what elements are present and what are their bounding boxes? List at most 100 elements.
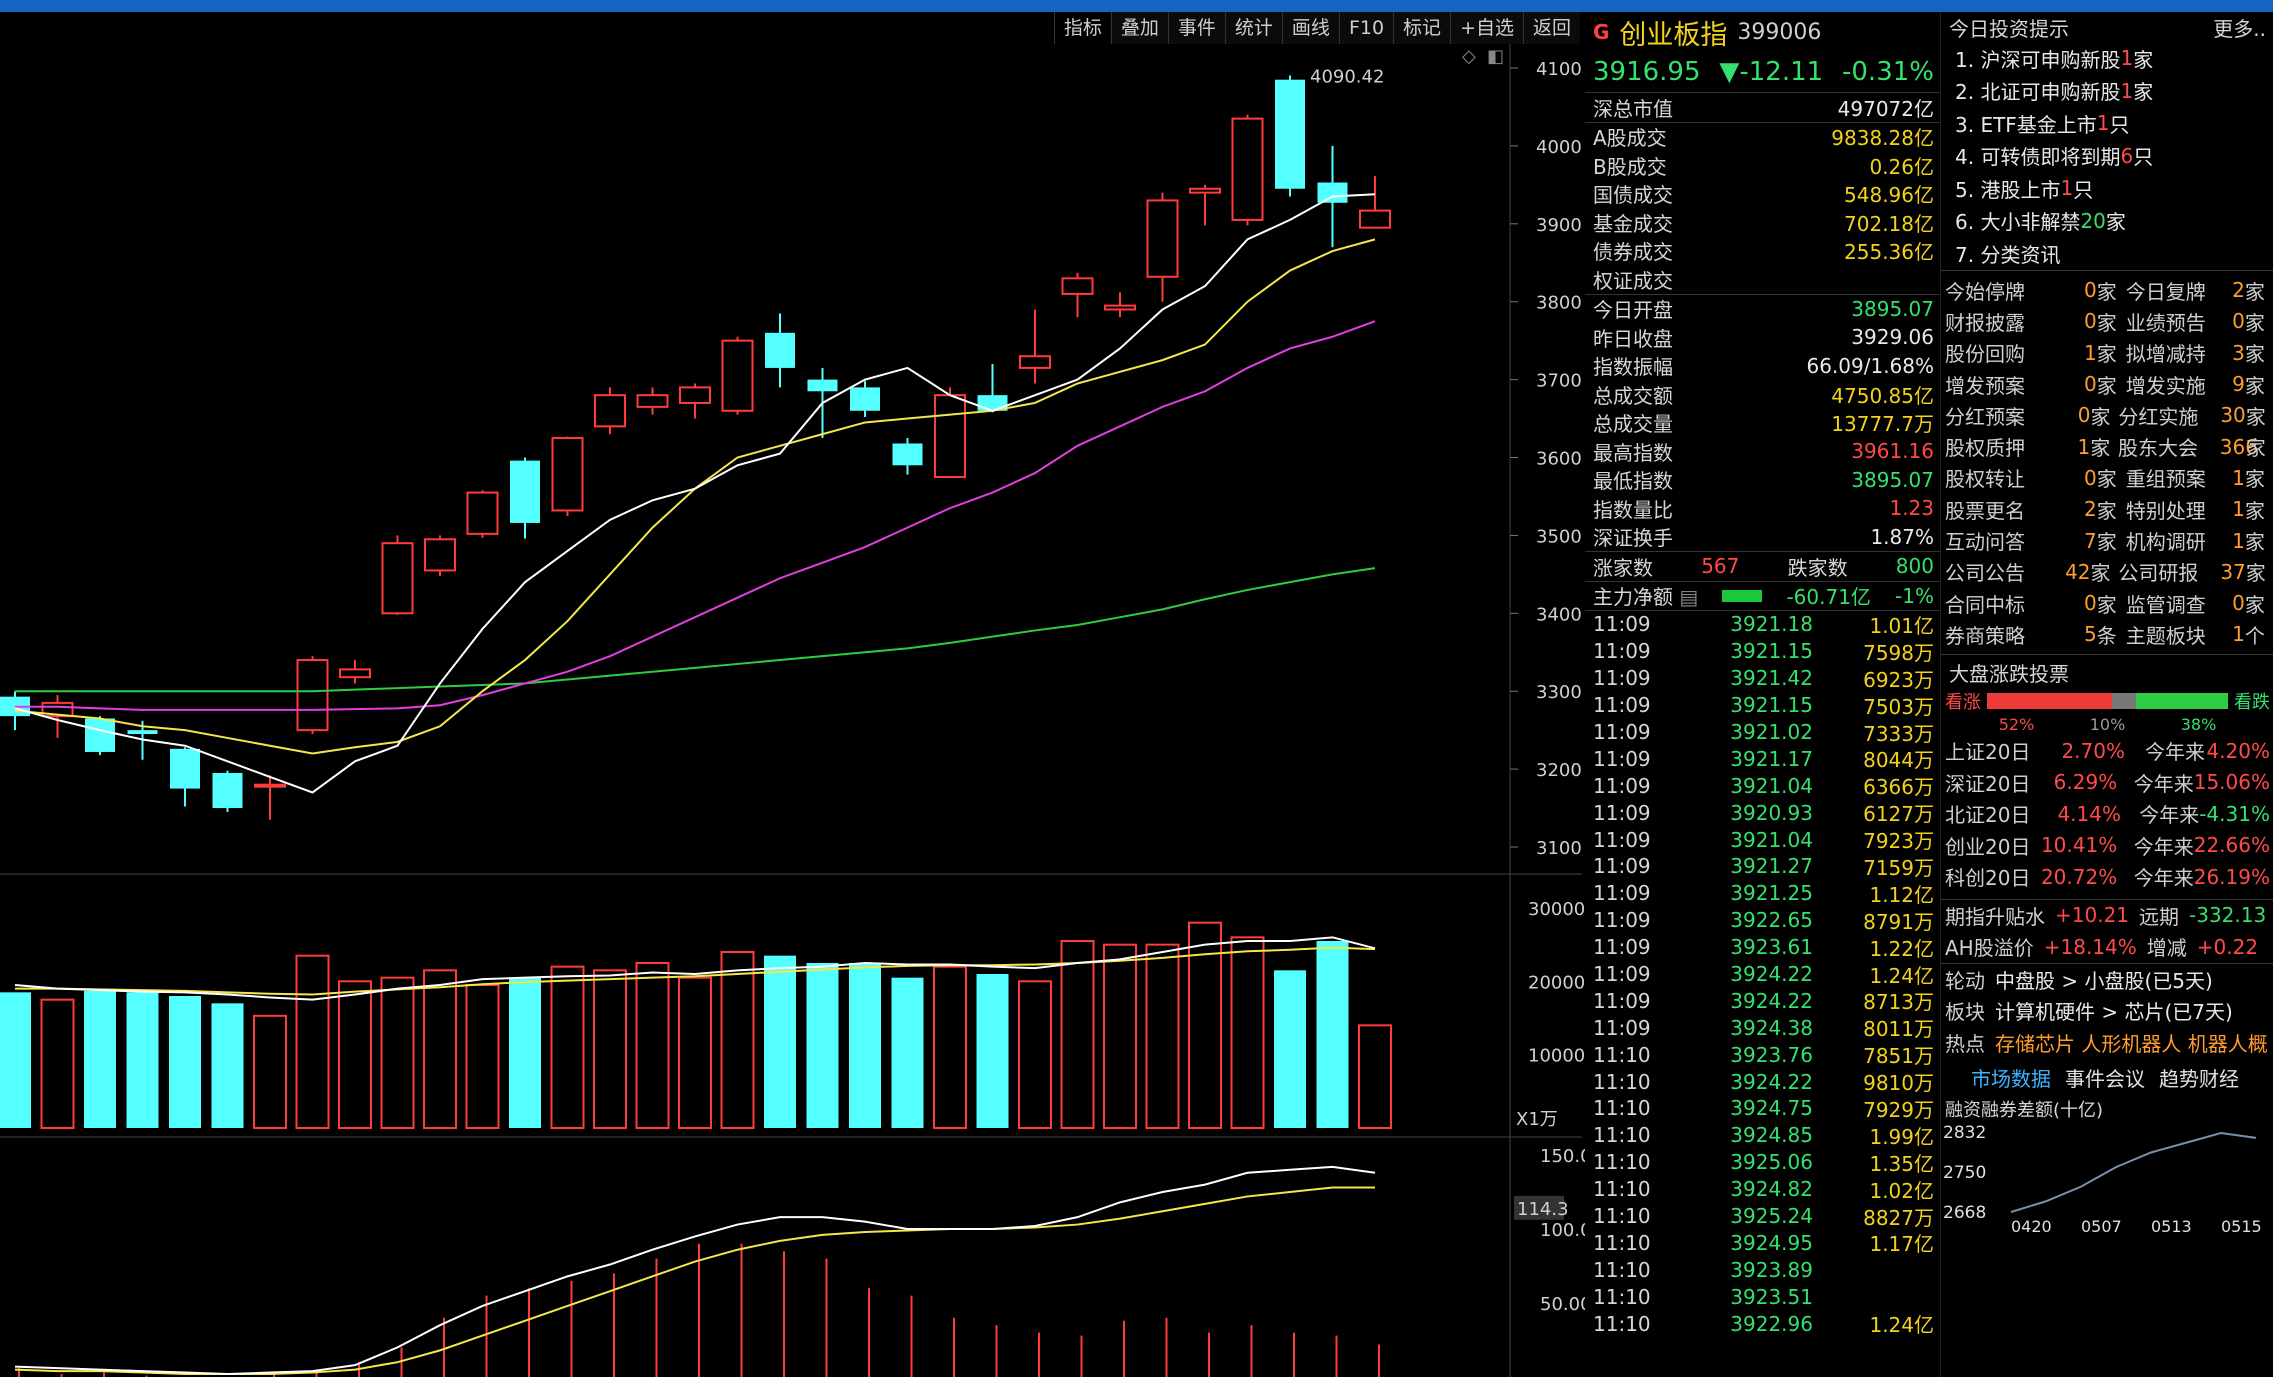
toolbar-add-watchlist-button[interactable]: +自选 — [1450, 12, 1523, 44]
volume-bar-down — [84, 990, 116, 1128]
index-stat-row: 深证换手 1.87% — [1585, 523, 1940, 552]
tab-trend-finance[interactable]: 趋势财经 — [2159, 1063, 2239, 1092]
kline-chart[interactable]: 4090.42 ◇ ◧ 4100 4000 3900 3800 3700 3600 3500 34… — [0, 44, 1585, 1377]
index-perf-row[interactable]: 北证20日 4.14% 今年来 -4.31% — [1941, 798, 2273, 830]
event-count-row[interactable]: 今始停牌 0 家 今日复牌 2 家 — [1941, 275, 2273, 306]
tip-item[interactable]: 2. 北证可申购新股 1 家 — [1941, 75, 2273, 108]
tick-time: 11:10 — [1593, 1284, 1651, 1309]
tick-row: 11:09 3921.18 1.01亿 — [1585, 611, 1940, 638]
candle-body-up — [636, 394, 669, 408]
event-count-row[interactable]: 股份回购 1 家 拟增减持 3 家 — [1941, 337, 2273, 368]
tick-row: 11:09 3922.65 8791万 — [1585, 907, 1940, 934]
event-label: 今始停牌 — [1945, 279, 2025, 304]
toolbar-draw-button[interactable]: 画线 — [1281, 12, 1339, 44]
tab-market-data[interactable]: 市场数据 — [1971, 1063, 2051, 1092]
vote-down-button[interactable]: 看跌 — [2234, 688, 2270, 714]
tick-row: 11:09 3921.04 6366万 — [1585, 772, 1940, 800]
toolbar-back-button[interactable]: 返回 — [1522, 12, 1580, 44]
tick-volume: 6366万 — [1863, 775, 1934, 800]
tips-title: 今日投资提示 — [1949, 16, 2069, 41]
tick-time: 11:09 — [1593, 693, 1651, 718]
event-unit: 家 — [2096, 279, 2117, 304]
event-unit: 家 — [2090, 436, 2111, 461]
tab-events[interactable]: 事件会议 — [2065, 1063, 2145, 1092]
vote-flat-pct: 10% — [2089, 714, 2126, 734]
tip-item[interactable]: 7. 分类资讯 — [1941, 237, 2273, 270]
index-perf-row[interactable]: 深证20日 6.29% 今年来 15.06% — [1941, 767, 2273, 799]
index-perf-label: 创业20日 — [1945, 834, 2031, 859]
list-icon[interactable]: ▤ — [1679, 585, 1698, 609]
hot-topics-row[interactable]: 热点 存储芯片 人形机器人 机器人概 — [1941, 1027, 2273, 1059]
vote-flat-fill — [2112, 693, 2137, 710]
diamond-icon: ◇ — [1462, 46, 1476, 67]
tip-count: 1 — [2120, 46, 2134, 71]
toolbar-f10-button[interactable]: F10 — [1338, 12, 1393, 44]
tick-price: 3920.93 — [1730, 800, 1813, 825]
index-stat-label: 指数振幅 — [1593, 355, 1673, 380]
toolbar-indicator-button[interactable]: 指标 — [1053, 12, 1111, 44]
vote-title: 大盘涨跌投票 — [1949, 661, 2069, 686]
index-stat-value: 3895.07 — [1851, 467, 1934, 492]
vote-down-pct: 38% — [2180, 714, 2217, 734]
event-count-row[interactable]: 财报披露 0 家 业绩预告 0 家 — [1941, 306, 2273, 337]
event-count-row[interactable]: 券商策略 5 条 主题板块 1 个 — [1941, 619, 2273, 650]
tick-list[interactable]: 11:09 3921.18 1.01亿 11:09 3921.15 7598万 … — [1585, 611, 1940, 1337]
candle-body-up — [1231, 117, 1264, 221]
price-axis-label: 3300 — [1536, 682, 1582, 703]
tick-time: 11:09 — [1593, 988, 1651, 1013]
volume-bar-down — [849, 963, 881, 1128]
volume-bar-down — [764, 955, 796, 1128]
tip-item[interactable]: 4. 可转债即将到期 6 只 — [1941, 140, 2273, 173]
margin-axis-label: 2668 — [1943, 1203, 1986, 1223]
event-count-row[interactable]: 增发预案 0 家 增发实施 9 家 — [1941, 368, 2273, 399]
index-stat-row: 今日开盘 3895.07 — [1585, 295, 1940, 324]
event-count-row[interactable]: 分红预案 0 家 分红实施 30 家 — [1941, 400, 2273, 431]
event-label: 重组预案 — [2125, 467, 2206, 492]
tip-item[interactable]: 6. 大小非解禁 20 家 — [1941, 205, 2273, 238]
event-count-row[interactable]: 股权转让 0 家 重组预案 1 家 — [1941, 462, 2273, 493]
rotation-row[interactable]: 轮动 中盘股 > 小盘股(已5天) — [1941, 962, 2273, 996]
net-flow-pct: -1% — [1895, 583, 1934, 608]
tip-item[interactable]: 3. ETF基金上市 1 只 — [1941, 107, 2273, 140]
sector-row[interactable]: 板块 计算机硬件 > 芯片(已7天) — [1941, 995, 2273, 1027]
turnover-row: 国债成交 548.96亿 — [1585, 180, 1940, 209]
toolbar-stats-button[interactable]: 统计 — [1224, 12, 1282, 44]
candle-body-down — [1317, 182, 1348, 203]
index-perf-row[interactable]: 上证20日 2.70% 今年来 4.20% — [1941, 735, 2273, 767]
net-flow-row: 主力净额 ▤ -60.71亿 -1% — [1585, 582, 1940, 611]
tick-volume: 7929万 — [1863, 1097, 1934, 1122]
event-count-row[interactable]: 互动问答 7 家 机构调研 1 家 — [1941, 525, 2273, 556]
tick-volume: 7333万 — [1863, 721, 1934, 746]
index-perf-row[interactable]: 科创20日 20.72% 今年来 26.19% — [1941, 861, 2273, 893]
futures-basis-value: +10.21 — [2055, 903, 2130, 928]
event-count-row[interactable]: 公司公告 42 家 公司研报 37 家 — [1941, 556, 2273, 587]
volume-bar-up — [720, 951, 755, 1129]
tick-row: 11:10 3923.51 — [1585, 1283, 1940, 1310]
toolbar-overlay-button[interactable]: 叠加 — [1110, 12, 1168, 44]
index-perf-row[interactable]: 创业20日 10.41% 今年来 22.66% — [1941, 830, 2273, 862]
index-perf-ytd: -4.31% — [2199, 801, 2270, 826]
tip-item[interactable]: 5. 港股上市 1 只 — [1941, 172, 2273, 205]
event-count-row[interactable]: 股票更名 2 家 特别处理 1 家 — [1941, 494, 2273, 525]
index-stat-value: 1.23 — [1889, 496, 1934, 521]
vote-up-button[interactable]: 看涨 — [1945, 688, 1981, 714]
volume-bar-up — [253, 1014, 287, 1129]
turnover-value: 548.96亿 — [1844, 183, 1934, 208]
event-count-row[interactable]: 合同中标 0 家 监管调查 0 家 — [1941, 587, 2273, 618]
candle-body-up — [1104, 304, 1136, 311]
toolbar-mark-button[interactable]: 标记 — [1393, 12, 1450, 44]
toolbar-event-button[interactable]: 事件 — [1167, 12, 1225, 44]
index-stat-label: 今日开盘 — [1593, 298, 1673, 323]
tip-text: 6. 大小非解禁 — [1955, 210, 2081, 235]
tick-price: 3924.95 — [1730, 1230, 1813, 1255]
event-count-row[interactable]: 股权质押 1 家 股东大会 366 家 — [1941, 431, 2273, 462]
tip-item[interactable]: 1. 沪深可申购新股 1 家 — [1941, 42, 2273, 75]
more-link[interactable]: 更多.. — [2213, 13, 2266, 42]
candle-body-down — [170, 748, 200, 789]
index-name[interactable]: 创业板指 — [1619, 13, 1727, 52]
tip-text: 3. ETF基金上市 — [1955, 112, 2097, 137]
price-axis-label: 3400 — [1536, 604, 1582, 625]
tick-volume: 1.22亿 — [1869, 936, 1934, 961]
tick-price: 3921.25 — [1730, 881, 1813, 906]
index-perf-ytd: 26.19% — [2193, 864, 2270, 889]
